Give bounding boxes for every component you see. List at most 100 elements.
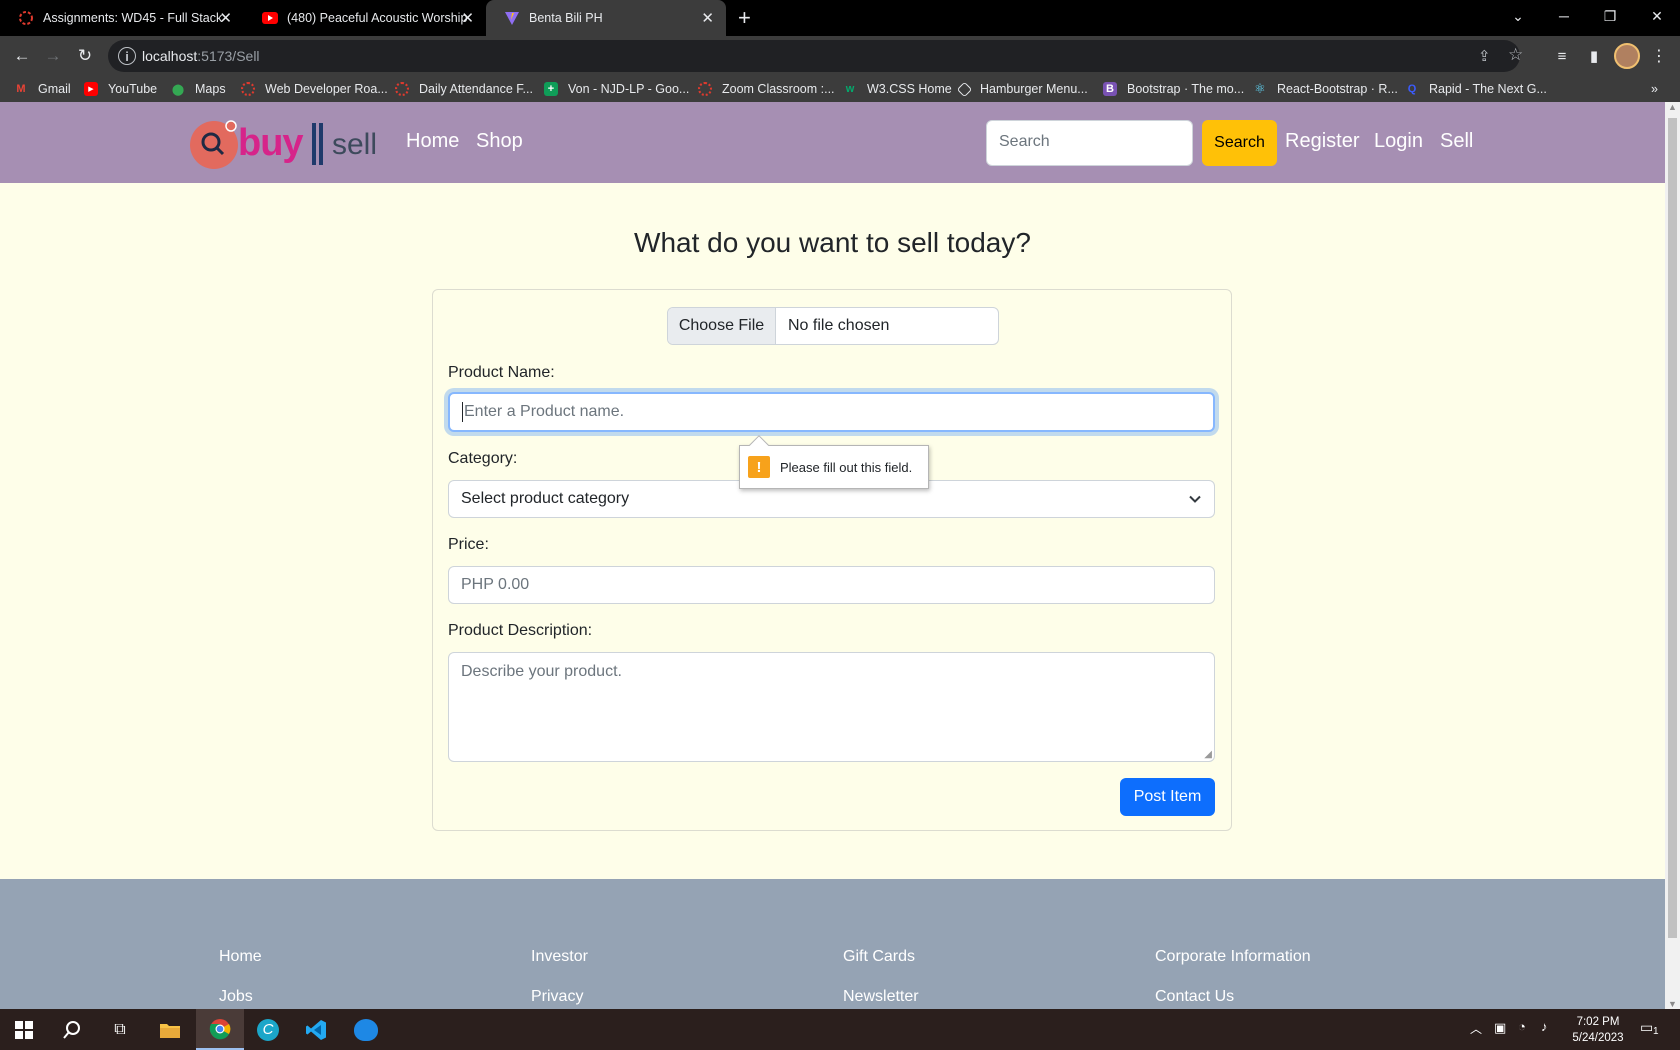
- nav-shop-link[interactable]: Shop: [476, 130, 523, 153]
- nav-login-link[interactable]: Login: [1374, 130, 1423, 153]
- bookmark-icon: [395, 82, 409, 96]
- resize-handle-icon[interactable]: ◢: [1204, 749, 1212, 760]
- choose-file-button[interactable]: Choose File: [668, 308, 776, 344]
- page-scrollbar[interactable]: ▲ ▼: [1665, 102, 1680, 1009]
- bookmark-react-bootstrap[interactable]: ⚛ React-Bootstrap · R...: [1253, 80, 1398, 98]
- price-input[interactable]: PHP 0.00: [448, 566, 1215, 604]
- site-search-input[interactable]: Search: [986, 120, 1193, 166]
- footer-link-privacy[interactable]: Privacy: [531, 988, 583, 1006]
- file-explorer-icon[interactable]: [146, 1009, 194, 1050]
- scrollbar-thumb[interactable]: [1668, 118, 1677, 938]
- media-control-icon[interactable]: ≡: [1550, 44, 1574, 68]
- bookmark-youtube[interactable]: ▶ YouTube: [84, 80, 157, 98]
- side-panel-icon[interactable]: ▮: [1582, 44, 1606, 68]
- bookmark-daily-attendance[interactable]: Daily Attendance F...: [395, 80, 533, 98]
- browser-tab-youtube[interactable]: (480) Peaceful Acoustic Worship ✕: [244, 0, 486, 36]
- wifi-icon[interactable]: ◔: [1518, 1019, 1526, 1034]
- chrome-taskbar-icon[interactable]: [196, 1009, 244, 1050]
- close-tab-icon[interactable]: ✕: [461, 9, 474, 27]
- bookmark-label: YouTube: [108, 82, 158, 96]
- reload-icon[interactable]: ↻: [73, 44, 97, 68]
- new-tab-button[interactable]: +: [738, 5, 751, 31]
- footer-link-gift-cards[interactable]: Gift Cards: [843, 948, 915, 966]
- post-item-button[interactable]: Post Item: [1120, 778, 1215, 816]
- tooltip-arrow: [749, 435, 769, 455]
- notification-count: 1: [1653, 1026, 1659, 1037]
- product-name-label: Product Name:: [448, 364, 555, 381]
- bookmark-bootstrap[interactable]: B Bootstrap · The mo...: [1103, 80, 1244, 98]
- logo-buy-text: buy: [238, 122, 304, 164]
- nav-home-link[interactable]: Home: [406, 130, 459, 153]
- bookmarks-overflow-button[interactable]: »: [1651, 80, 1658, 98]
- bookmark-label: Bootstrap · The mo...: [1127, 82, 1245, 96]
- address-bar[interactable]: i localhost:5173/Sell ⇪ ☆: [108, 40, 1523, 72]
- close-tab-icon[interactable]: ✕: [701, 9, 714, 27]
- gmail-icon: M: [16, 83, 26, 95]
- bookmark-label: Web Developer Roa...: [265, 82, 388, 96]
- product-name-input[interactable]: Enter a Product name.: [448, 392, 1215, 432]
- url-path: :5173/Sell: [197, 48, 260, 64]
- windows-start-icon[interactable]: [0, 1009, 48, 1050]
- bookmark-gmail[interactable]: M Gmail: [14, 80, 70, 98]
- bookmark-label: Hamburger Menu...: [980, 82, 1088, 96]
- share-icon[interactable]: ⇪: [1478, 47, 1491, 65]
- magnifier-logo-icon: [190, 120, 238, 169]
- scroll-down-icon[interactable]: ▼: [1668, 999, 1677, 1009]
- logo-divider: [319, 123, 323, 165]
- footer-link-newsletter[interactable]: Newsletter: [843, 988, 919, 1006]
- task-view-icon[interactable]: ⧉: [96, 1009, 144, 1050]
- meet-now-icon[interactable]: ▣: [1494, 1020, 1506, 1036]
- bookmark-label: Von - NJD-LP - Goo...: [568, 82, 690, 96]
- bookmark-hamburger-menu[interactable]: Hamburger Menu...: [956, 80, 1088, 98]
- bookmark-maps[interactable]: ⬤ Maps: [171, 80, 226, 98]
- restore-icon[interactable]: ❐: [1587, 0, 1633, 32]
- volume-icon[interactable]: ♪: [1541, 1019, 1548, 1034]
- site-info-icon[interactable]: i: [118, 47, 136, 65]
- nav-register-link[interactable]: Register: [1285, 130, 1359, 153]
- footer-link-corporate-information[interactable]: Corporate Information: [1155, 948, 1311, 966]
- show-hidden-icons[interactable]: ︿: [1470, 1020, 1482, 1037]
- footer-link-contact-us[interactable]: Contact Us: [1155, 988, 1234, 1006]
- vscode-icon[interactable]: [292, 1009, 340, 1050]
- canva-icon[interactable]: C: [244, 1009, 292, 1050]
- minimize-icon[interactable]: ─: [1541, 0, 1587, 32]
- file-upload-input[interactable]: Choose File No file chosen: [667, 307, 999, 345]
- bookmark-rapid[interactable]: Q Rapid - The Next G...: [1405, 80, 1547, 98]
- clock-time: 7:02 PM: [1576, 1016, 1620, 1028]
- chrome-menu-icon[interactable]: ⋮: [1647, 44, 1671, 68]
- browser-tab-strip: Assignments: WD45 - Full Stack W ✕ (480)…: [0, 0, 1680, 36]
- notification-center-icon[interactable]: ▭ 1: [1640, 1019, 1664, 1039]
- close-window-icon[interactable]: ✕: [1634, 0, 1680, 32]
- footer-link-investor[interactable]: Investor: [531, 948, 588, 966]
- price-placeholder: PHP 0.00: [461, 576, 530, 593]
- bookmark-star-icon[interactable]: ☆: [1508, 45, 1523, 65]
- bookmark-label: Zoom Classroom :...: [722, 82, 835, 96]
- bookmark-web-developer-roadmap[interactable]: Web Developer Roa...: [241, 80, 388, 98]
- url-host: localhost: [142, 48, 198, 64]
- back-icon[interactable]: ←: [10, 44, 34, 68]
- clock-date: 5/24/2023: [1572, 1032, 1624, 1044]
- profile-avatar[interactable]: [1614, 43, 1640, 69]
- bookmark-label: W3.CSS Home: [867, 82, 952, 96]
- bookmark-w3css[interactable]: w W3.CSS Home: [843, 80, 952, 98]
- site-search-button[interactable]: Search: [1202, 120, 1277, 166]
- forward-icon[interactable]: →: [41, 44, 65, 68]
- codepen-icon: [956, 81, 973, 97]
- site-logo[interactable]: buy sell: [188, 118, 388, 172]
- bookmark-zoom-classroom[interactable]: Zoom Classroom :...: [698, 80, 835, 98]
- browser-tab-benta-bili[interactable]: Benta Bili PH ✕: [486, 0, 726, 36]
- app-taskbar-icon[interactable]: [342, 1009, 390, 1050]
- chevron-down-icon: [1189, 495, 1201, 503]
- browser-tab-assignments[interactable]: Assignments: WD45 - Full Stack W ✕: [0, 0, 244, 36]
- description-textarea[interactable]: Describe your product. ◢: [448, 652, 1215, 762]
- footer-link-jobs[interactable]: Jobs: [219, 988, 253, 1006]
- search-icon[interactable]: [48, 1009, 96, 1050]
- scroll-up-icon[interactable]: ▲: [1668, 102, 1677, 112]
- file-status-text: No file chosen: [788, 317, 890, 334]
- tab-search-icon[interactable]: ⌄: [1495, 0, 1541, 32]
- footer-link-home[interactable]: Home: [219, 948, 262, 966]
- close-tab-icon[interactable]: ✕: [219, 9, 232, 27]
- bookmark-von-njd-lp[interactable]: + Von - NJD-LP - Goo...: [544, 80, 689, 98]
- taskbar-clock[interactable]: 7:02 PM 5/24/2023: [1562, 1014, 1634, 1046]
- nav-sell-link[interactable]: Sell: [1440, 130, 1473, 153]
